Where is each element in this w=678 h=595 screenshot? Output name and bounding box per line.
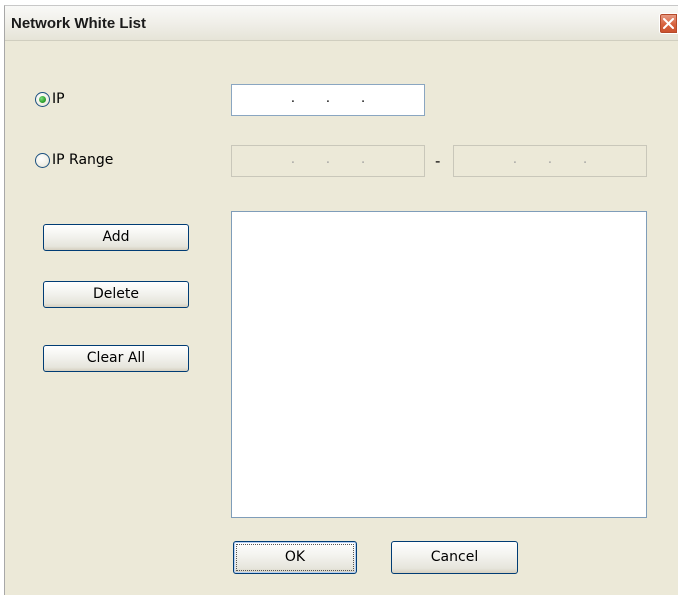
radio-ip-range-label: IP Range	[52, 152, 114, 168]
ip-octet-separator: .	[290, 91, 296, 106]
add-button[interactable]: Add	[43, 224, 189, 251]
ip-octet-separator: .	[325, 152, 331, 167]
title-bar[interactable]: Network White List	[5, 6, 678, 41]
radio-ip-label: IP	[52, 91, 65, 107]
whitelist-listbox[interactable]	[231, 211, 647, 518]
ok-button[interactable]: OK	[233, 541, 357, 574]
ip-range-end-input[interactable]: . . .	[453, 145, 647, 177]
radio-ip[interactable]: IP	[35, 91, 65, 107]
ip-octet-separator: .	[290, 152, 296, 167]
ip-range-start-input[interactable]: . . .	[231, 145, 425, 177]
delete-button[interactable]: Delete	[43, 281, 189, 308]
radio-selected-dot	[39, 95, 46, 103]
radio-ip-range-button[interactable]	[35, 152, 50, 168]
ip-octet-separator: .	[512, 152, 518, 167]
ip-octet-separator: .	[582, 152, 588, 167]
ok-button-label: OK	[284, 549, 306, 565]
close-x-icon	[663, 18, 674, 29]
network-white-list-dialog: Network White List IP . . . IP Range . .…	[4, 5, 678, 595]
ip-octet-separator: .	[325, 91, 331, 106]
close-button[interactable]	[659, 13, 678, 34]
clear-all-button[interactable]: Clear All	[43, 345, 189, 372]
range-separator: -	[435, 152, 441, 170]
radio-ip-button[interactable]	[35, 91, 50, 107]
cancel-button[interactable]: Cancel	[391, 541, 518, 574]
ip-octet-separator: .	[360, 152, 366, 167]
ip-address-input[interactable]: . . .	[231, 84, 425, 116]
dialog-title: Network White List	[11, 15, 147, 32]
radio-ip-range[interactable]: IP Range	[35, 152, 113, 168]
ip-octet-separator: .	[360, 91, 366, 106]
ip-octet-separator: .	[547, 152, 553, 167]
